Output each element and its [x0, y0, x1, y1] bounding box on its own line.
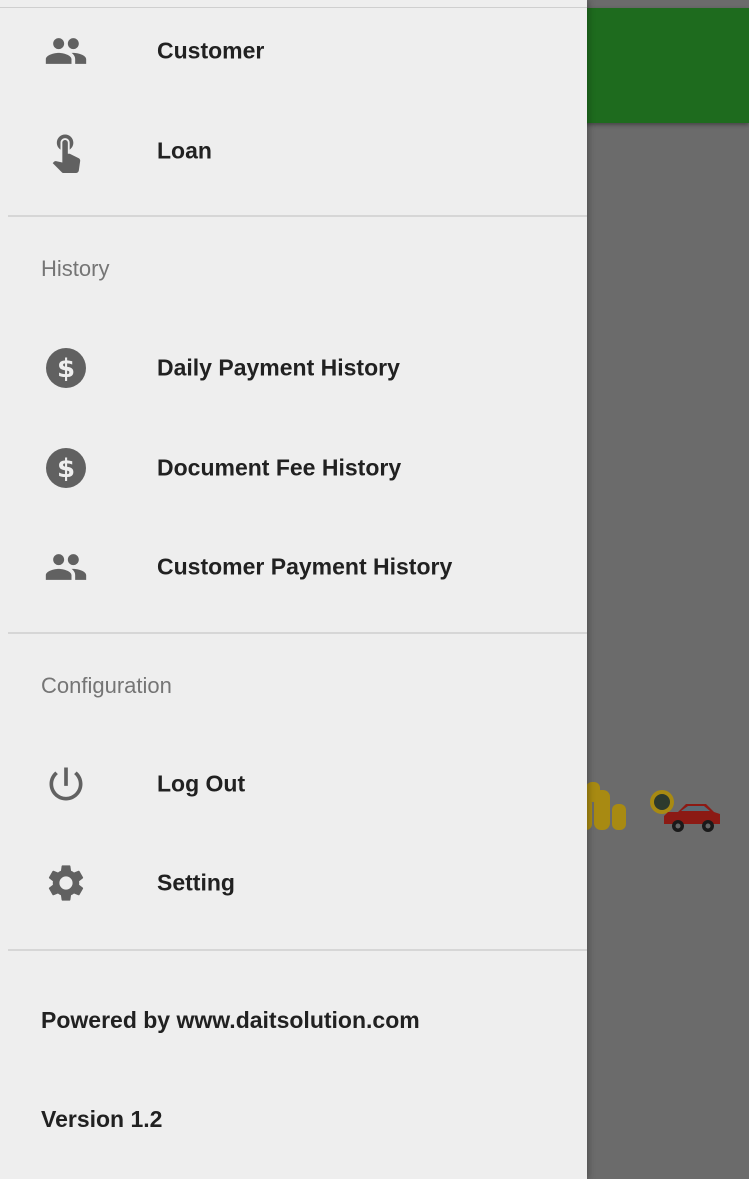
drawer-item-customer-payment-history[interactable]: Customer Payment History [0, 527, 587, 607]
powered-by-text: Powered by www.daitsolution.com [41, 1007, 420, 1033]
section-header-configuration: Configuration [41, 673, 172, 698]
navigation-drawer: Customer Loan History $ Daily Payment Hi… [0, 0, 587, 1179]
drawer-item-loan[interactable]: Loan [0, 111, 587, 191]
power-icon [42, 760, 90, 808]
drawer-divider [8, 215, 587, 217]
drawer-item-label: Loan [157, 137, 212, 164]
drawer-item-label: Setting [157, 869, 235, 896]
drawer-top-border [0, 7, 587, 8]
touch-icon [42, 127, 90, 175]
svg-text:$: $ [57, 354, 75, 384]
section-header-history: History [41, 256, 110, 281]
version-text: Version 1.2 [41, 1106, 163, 1132]
drawer-item-label: Customer Payment History [157, 553, 453, 580]
svg-text:$: $ [57, 454, 75, 484]
app-screen: Customer Loan History $ Daily Payment Hi… [0, 0, 749, 1179]
people-icon [42, 27, 90, 75]
drawer-item-label: Customer [157, 37, 265, 64]
drawer-item-setting[interactable]: Setting [0, 843, 587, 923]
drawer-divider [8, 632, 587, 634]
gear-icon [42, 859, 90, 907]
drawer-item-label: Log Out [157, 770, 246, 797]
coins-car-illustration [578, 782, 720, 832]
drawer-item-daily-payment-history[interactable]: $ Daily Payment History [0, 328, 587, 408]
drawer-item-document-fee-history[interactable]: $ Document Fee History [0, 428, 587, 508]
drawer-item-customer[interactable]: Customer [0, 11, 587, 91]
drawer-item-label: Document Fee History [157, 454, 402, 481]
dollar-icon: $ [42, 444, 90, 492]
drawer-divider [8, 949, 587, 951]
people-icon [42, 543, 90, 591]
dollar-icon: $ [42, 344, 90, 392]
drawer-item-log-out[interactable]: Log Out [0, 744, 587, 824]
drawer-item-label: Daily Payment History [157, 354, 400, 381]
